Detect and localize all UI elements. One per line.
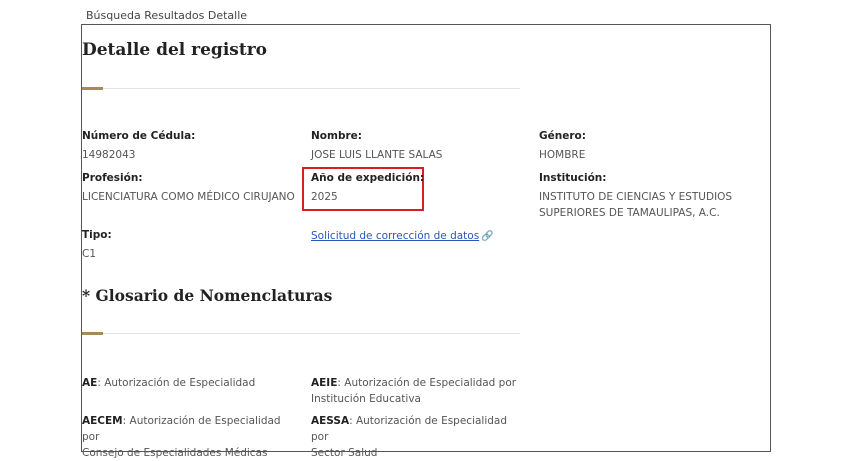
genero-label: Género: bbox=[539, 130, 586, 142]
institucion-value-line2: SUPERIORES DE TAMAULIPAS, A.C. bbox=[539, 207, 720, 219]
profesion-value: LICENCIATURA COMO MÉDICO CIRUJANO bbox=[82, 191, 295, 203]
genero-value: HOMBRE bbox=[539, 149, 586, 161]
nombre-label: Nombre: bbox=[311, 130, 362, 142]
glossary-abbr: AESSA bbox=[311, 415, 350, 427]
title-accent-bar bbox=[82, 87, 103, 90]
profesion-label: Profesión: bbox=[82, 172, 143, 184]
tipo-label: Tipo: bbox=[82, 229, 112, 241]
anio-value: 2025 bbox=[311, 191, 338, 203]
glossary-divider bbox=[82, 333, 520, 334]
page-title: Detalle del registro bbox=[82, 40, 267, 60]
glossary-text-line2: Sector Salud bbox=[311, 447, 378, 459]
glossary-text-line2: Institución Educativa bbox=[311, 393, 421, 405]
cedula-label: Número de Cédula: bbox=[82, 130, 196, 142]
correction-link[interactable]: Solicitud de corrección de datos bbox=[311, 230, 479, 242]
breadcrumb: Búsqueda Resultados Detalle bbox=[86, 9, 248, 22]
glossary-title: * Glosario de Nomenclaturas bbox=[82, 286, 333, 305]
glossary-item-aecem: AECEM: Autorización de Especialidad por … bbox=[82, 413, 297, 461]
glossary-abbr: AEIE bbox=[311, 377, 338, 389]
glossary-text-line2: Consejo de Especialidades Médicas bbox=[82, 447, 268, 459]
nombre-value: JOSE LUIS LLANTE SALAS bbox=[311, 149, 443, 161]
link-icon[interactable]: 🔗 bbox=[481, 231, 493, 242]
glossary-text: : Autorización de Especialidad por bbox=[337, 377, 517, 389]
glossary-accent-bar bbox=[82, 332, 103, 335]
cedula-value: 14982043 bbox=[82, 149, 136, 161]
glossary-item-ae: AE: Autorización de Especialidad bbox=[82, 375, 297, 391]
institucion-label: Institución: bbox=[539, 172, 607, 184]
glossary-abbr: AECEM bbox=[82, 415, 123, 427]
institucion-value-line1: INSTITUTO DE CIENCIAS Y ESTUDIOS bbox=[539, 191, 733, 203]
title-divider bbox=[82, 88, 520, 89]
tipo-value: C1 bbox=[82, 248, 97, 260]
correction-link-wrapper: Solicitud de corrección de datos 🔗 bbox=[311, 228, 494, 245]
glossary-text: : Autorización de Especialidad bbox=[97, 377, 256, 389]
glossary-abbr: AE bbox=[82, 377, 98, 389]
glossary-item-aessa: AESSA: Autorización de Especialidad por … bbox=[311, 413, 526, 461]
anio-label: Año de expedición: bbox=[311, 172, 425, 184]
glossary-item-aeie: AEIE: Autorización de Especialidad por I… bbox=[311, 375, 526, 407]
